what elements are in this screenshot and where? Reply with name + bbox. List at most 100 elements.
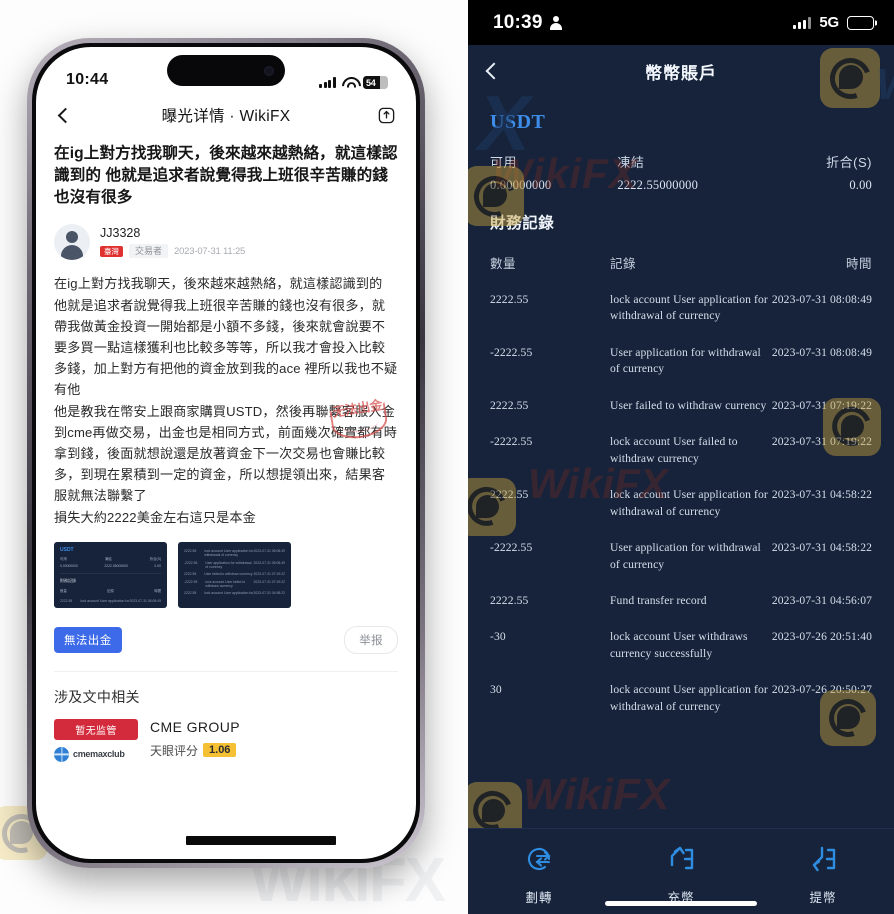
role-badge: 交易者 [129,244,169,259]
thumb-col: 時間 [154,588,161,593]
cell-time: 2023-07-31 07:19:22 [771,435,872,449]
article-body: 在ig上對方找我聊天，後來越來越熱絡，就這樣認識到的 他就是追求者說覺得我上班很… [36,143,416,845]
thumb-section-title: 財務記錄 [60,577,76,583]
page-nav-bar: 曝光详情 · WikiFX [36,93,416,137]
cell-amount: 2222.55 [490,488,529,502]
cell-amount: -2222.55 [490,345,533,359]
screenshot-stage: WikiFX 10:44 54 曝光详情 · WikiFX 在ig上對方找我聊天… [0,0,894,914]
thumb-cell: -2222.55 [184,560,198,565]
converted-balance: 折合(S) 0.00 [764,152,872,193]
person-icon [550,16,562,30]
thumb-value: 2222.55000000 [104,563,128,568]
home-indicator [605,901,757,906]
report-button[interactable]: 举报 [344,625,398,654]
section-divider [54,670,398,672]
thumb-cell: 2222.55 [184,591,197,596]
complaint-tag[interactable]: 無法出金 [54,626,122,653]
table-row: -2222.55 User application for withdrawal… [490,345,872,378]
author-meta: 臺灣 交易者 2023-07-31 11:25 [100,244,245,259]
broker-left-col: 暂无监管 cmemaxclub [54,718,138,762]
phone-screen: 10:44 54 曝光详情 · WikiFX 在ig上對方找我聊天，後來越來越熱… [36,47,416,859]
cellular-signal-icon [792,16,812,29]
withdraw-icon [806,843,840,880]
cell-time: 2023-07-31 08:08:49 [771,293,872,306]
globe-icon [54,746,69,762]
thumb-cell: 2023-07-31 07:19:22 [253,572,285,577]
author-row: JJ3328 臺灣 交易者 2023-07-31 11:25 [54,224,398,261]
thumb-cell: lock account User application for [204,591,254,596]
cell-time: 2023-07-31 04:56:07 [771,593,872,607]
records-section: 財務記錄 數量 記錄 時間 2222.55 lock account User … [468,211,894,715]
cell-time: 2023-07-31 04:58:22 [771,541,872,555]
battery-icon [847,15,874,30]
status-bar-indicators: 5G [792,14,874,31]
thumb-cell: 2023-07-31 04:58:22 [253,591,285,596]
table-row: 30 lock account User application for wit… [490,682,872,715]
bottom-nav-withdraw[interactable]: 提幣 [752,843,894,906]
region-badge: 臺灣 [100,245,123,258]
cell-record: lock account User application for withdr… [610,488,768,518]
thumbnail-image[interactable]: USDT 可用 凍結 折合(S) 0.00000000 2222.5500000… [54,541,167,608]
thumb-cell: 2023-07-31 08:08:49 [253,560,285,565]
cell-time: 2023-07-31 04:58:22 [771,488,872,502]
battery-icon: 54 [363,76,388,89]
thumb-cell: 2023-07-31 08:08:49 [253,549,285,554]
cell-record: User application for withdrawal of curre… [610,541,761,571]
table-row: -2222.55 lock account User failed to wit… [490,434,872,467]
thumb-cell: lock account User application for withdr… [204,549,254,558]
bottom-nav-bar: 劃轉 充幣 提幣 [468,828,894,914]
phone-bezel: 10:44 54 曝光详情 · WikiFX 在ig上對方找我聊天，後來越來越熱… [32,43,420,863]
author-info: JJ3328 臺灣 交易者 2023-07-31 11:25 [100,226,245,259]
broker-score: 天眼评分 1.06 [150,742,240,759]
column-header-record: 記錄 [610,257,637,271]
cell-record: lock account User withdraws currency suc… [610,630,748,660]
table-row: 2222.55 lock account User application fo… [490,487,872,520]
app-nav-bar: 幣幣賬戶 [468,45,894,97]
status-bar-time: 10:39 [493,11,543,33]
balance-section: USDT 可用 0.00000000 凍結 2222.55000000 折合(S… [468,97,894,211]
frozen-balance: 凍結 2222.55000000 [617,152,763,193]
broker-info: CME GROUP 天眼评分 1.06 [150,719,240,759]
frozen-label: 凍結 [617,155,645,170]
bottom-nav-transfer[interactable]: 劃轉 [468,843,610,906]
available-balance: 可用 0.00000000 [490,152,617,193]
cell-amount: -2222.55 [490,541,533,555]
share-icon[interactable] [377,106,396,125]
table-row: 2222.55 lock account User application fo… [490,292,872,325]
thumb-cell: 2222.55 [184,549,197,554]
left-phone-panel: WikiFX 10:44 54 曝光详情 · WikiFX 在ig上對方找我聊天… [0,0,468,914]
page-title: 曝光详情 · WikiFX [161,108,291,125]
author-name: JJ3328 [100,226,141,241]
frozen-value: 2222.55000000 [617,178,699,192]
available-value: 0.00000000 [490,178,552,192]
cell-amount: 2222.55 [490,593,529,607]
cell-record: lock account User application for withdr… [610,293,768,323]
tag-row: 無法出金 举报 [54,625,398,654]
dynamic-island [167,55,285,86]
right-app-panel: X WikiFX WikiFX WikiFX WikiFX 10:39 5G [468,0,894,914]
thumbnail-image[interactable]: 2222.55 lock account User application for… [178,541,291,608]
network-type: 5G [819,14,839,31]
attachment-thumbnails: USDT 可用 凍結 折合(S) 0.00000000 2222.5500000… [54,541,398,608]
cell-time: 2023-07-31 08:08:49 [771,345,872,359]
broker-logo-text: cmemaxclub [73,749,125,760]
article-headline: 在ig上對方找我聊天，後來越來越熱絡，就這樣認識到的 他就是追求者說覺得我上班很… [54,145,398,207]
bottom-nav-deposit[interactable]: 充幣 [610,843,752,906]
thumb-label: 折合(S) [149,556,161,561]
available-label: 可用 [490,155,518,170]
cell-amount: 30 [490,683,502,697]
thumb-symbol: USDT [60,546,74,553]
table-row: -2222.55 User application for withdrawal… [490,540,872,573]
cell-time: 2023-07-31 07:19:22 [771,398,872,412]
status-bar-left: 10:39 [493,12,562,34]
cell-amount: 2222.55 [490,293,529,306]
thumb-cell: User failed to withdraw currency [204,572,253,577]
score-value: 1.06 [203,743,237,758]
cell-amount: 2222.55 [490,398,529,412]
broker-card[interactable]: 暂无监管 cmemaxclub CME GROUP 天眼评分 1.06 [54,718,398,762]
transfer-icon [523,843,555,880]
cell-time: 2023-07-26 20:50:27 [771,683,872,697]
thumb-col: 數量 [60,588,67,593]
table-row: 2222.55 User failed to withdraw currency… [490,398,872,414]
thumb-cell: lock account User application for [80,598,130,603]
